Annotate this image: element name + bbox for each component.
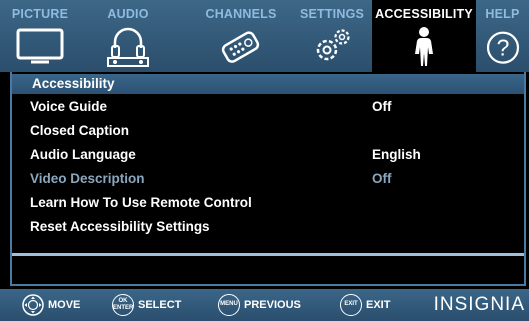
menu-item-label: Audio Language (30, 147, 136, 162)
tab-accessibility[interactable]: ACCESSIBILITY (372, 0, 476, 72)
menu-item-value: Off (372, 171, 392, 186)
tab-settings[interactable]: SETTINGS (292, 0, 372, 72)
exit-button-icon: EXIT (340, 294, 362, 316)
menu-title-bar: Accessibility (12, 74, 524, 94)
hint-label: EXIT (366, 299, 391, 311)
question-icon: ? (486, 31, 519, 64)
hint-label: MOVE (48, 299, 81, 311)
menu-item-label: Video Description (30, 171, 145, 186)
menu-title: Accessibility (32, 76, 115, 91)
bottom-hint-bar: MOVE OK ENTER SELECT MENU PREVIOUS EXIT E… (0, 289, 529, 321)
menu-item-value: Off (372, 99, 392, 114)
tab-label: ACCESSIBILITY (375, 7, 473, 21)
brand-logo: INSIGNIA (433, 294, 525, 315)
headphones-icon (107, 27, 149, 67)
tab-label: SETTINGS (299, 7, 365, 21)
dpad-icon (22, 294, 44, 316)
tab-label: PICTURE (11, 7, 69, 21)
tab-picture[interactable]: PICTURE (0, 0, 80, 72)
accessibility-menu-panel: Accessibility Voice Guide Off Closed Cap… (10, 72, 526, 286)
tab-help[interactable]: HELP ? (476, 0, 529, 72)
menu-item-label: Learn How To Use Remote Control (30, 195, 252, 210)
hint-label: SELECT (138, 299, 182, 311)
menu-item-label: Closed Caption (30, 123, 130, 138)
menu-item-label: Reset Accessibility Settings (30, 219, 210, 234)
menu-item-value: English (372, 147, 421, 162)
menu-item-video-description: Video Description Off (12, 168, 524, 192)
menu-item-reset-accessibility[interactable]: Reset Accessibility Settings (12, 216, 524, 240)
tab-channels[interactable]: CHANNELS (196, 0, 286, 72)
menu-item-closed-caption[interactable]: Closed Caption (12, 120, 524, 144)
ok-enter-button-icon: OK ENTER (112, 294, 134, 316)
tab-label: CHANNELS (205, 7, 277, 21)
tv-icon (16, 28, 64, 64)
menu-item-label: Voice Guide (30, 99, 108, 114)
tab-label: HELP (485, 7, 520, 21)
menu-tab-bar: PICTURE AUDIO CHANNELS SETTINGS ACCESSIB… (0, 0, 529, 72)
hint-previous: MENU PREVIOUS (218, 294, 318, 316)
svg-text:?: ? (496, 35, 509, 61)
remote-icon (221, 31, 260, 63)
hint-label: PREVIOUS (244, 299, 301, 311)
menu-button-icon: MENU (218, 294, 240, 316)
tab-audio[interactable]: AUDIO (88, 0, 168, 72)
menu-item-voice-guide[interactable]: Voice Guide Off (12, 96, 524, 120)
person-icon (415, 27, 433, 66)
hint-select: OK ENTER SELECT (112, 294, 192, 316)
gears-icon (316, 29, 350, 61)
menu-item-audio-language[interactable]: Audio Language English (12, 144, 524, 168)
tv-menu-screen: PICTURE AUDIO CHANNELS SETTINGS ACCESSIB… (0, 0, 529, 321)
tab-label: AUDIO (107, 7, 149, 21)
help-text-divider (12, 253, 524, 256)
hint-exit: EXIT EXIT (340, 294, 400, 316)
menu-item-learn-remote[interactable]: Learn How To Use Remote Control (12, 192, 524, 216)
hint-move: MOVE (22, 294, 92, 316)
